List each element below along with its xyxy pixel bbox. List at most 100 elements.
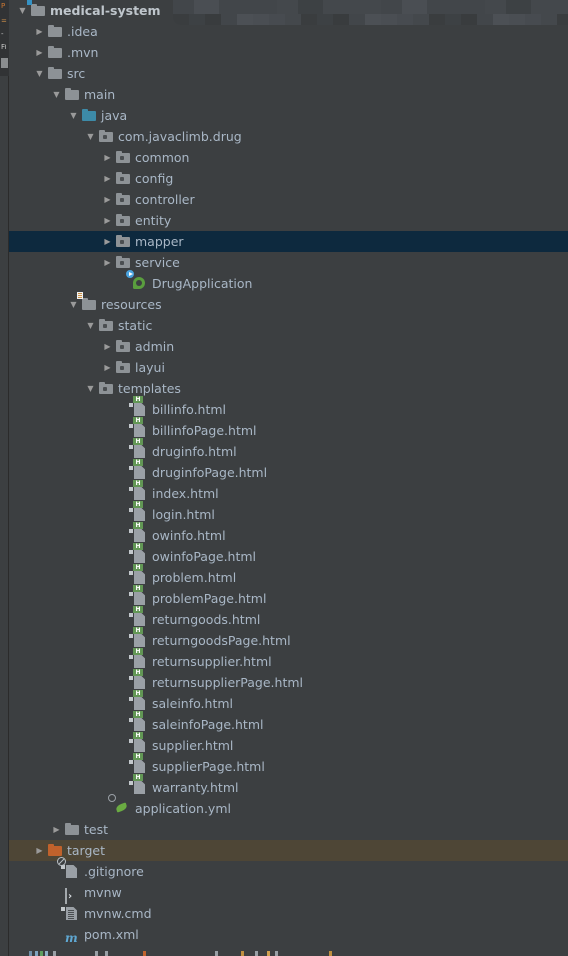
tree-row[interactable]: HsaleinfoPage.html	[9, 711, 568, 735]
spring-yml-file-icon	[108, 794, 131, 816]
tree-row[interactable]: Hwarranty.html	[9, 774, 568, 798]
blur-block	[413, 14, 429, 25]
script-file-icon	[65, 886, 80, 904]
chevron-down-icon[interactable]: ▼	[85, 126, 96, 147]
tree-row[interactable]: HreturnsupplierPage.html	[9, 669, 568, 693]
partial-row-pixel	[29, 951, 32, 956]
tree-row-label: owinfo.html	[152, 528, 226, 543]
tree-row[interactable]: Hbillinfo.html	[9, 396, 568, 420]
favorites-icon[interactable]: -	[1, 31, 8, 38]
html-file-icon: H	[129, 774, 148, 795]
tree-row[interactable]: ▼ com.javaclimb.drug	[9, 126, 568, 147]
tree-row[interactable]: HsupplierPage.html	[9, 753, 568, 777]
tree-row[interactable]: HproblemPage.html	[9, 585, 568, 609]
tree-row[interactable]: ▶ .mvn	[9, 42, 568, 63]
filter-icon[interactable]: Fi	[1, 44, 8, 51]
tree-row[interactable]: mvnw	[9, 882, 568, 904]
chevron-right-icon[interactable]: ▶	[102, 357, 113, 378]
tree-row[interactable]: ▶ common	[9, 147, 568, 168]
partial-row-pixel	[35, 951, 38, 956]
tree-row[interactable]: Hdruginfo.html	[9, 438, 568, 462]
tree-row[interactable]: ▶ target	[9, 840, 568, 861]
tree-row[interactable]: m pom.xml	[9, 924, 568, 945]
tree-row[interactable]: ▶ config	[9, 168, 568, 189]
package-folder-icon	[116, 361, 131, 375]
redacted-toolbar-area	[173, 0, 568, 25]
tree-row[interactable]: Hsupplier.html	[9, 732, 568, 756]
tree-row[interactable]: Howinfo.html	[9, 522, 568, 546]
panel-divider	[8, 76, 9, 956]
tree-row[interactable]: HowinfoPage.html	[9, 543, 568, 567]
chevron-down-icon[interactable]: ▼	[85, 378, 96, 399]
source-root-folder-icon	[82, 109, 97, 123]
tree-row[interactable]: ▼ resources	[9, 292, 568, 315]
tree-row[interactable]: ▶ test	[9, 819, 568, 840]
tree-row[interactable]: mvnw.cmd	[9, 903, 568, 924]
tree-row-label: common	[135, 150, 190, 165]
tree-row[interactable]: Hreturngoods.html	[9, 606, 568, 630]
partial-bottom-row	[9, 948, 568, 956]
tree-row[interactable]: Hlogin.html	[9, 501, 568, 525]
tree-row[interactable]: ▼ templates	[9, 378, 568, 399]
chevron-right-icon[interactable]: ▶	[102, 252, 113, 273]
tree-row[interactable]: ▼ static	[9, 315, 568, 336]
chevron-right-icon[interactable]: ▶	[102, 189, 113, 210]
tree-row[interactable]: HdruginfoPage.html	[9, 459, 568, 483]
tree-row[interactable]: HbillinfoPage.html	[9, 417, 568, 441]
tree-row[interactable]: Hsaleinfo.html	[9, 690, 568, 714]
tree-row[interactable]: ▶ admin	[9, 336, 568, 357]
tree-row[interactable]: ▶ controller	[9, 189, 568, 210]
chevron-down-icon[interactable]: ▼	[85, 315, 96, 336]
tree-row-label: index.html	[152, 486, 219, 501]
blur-block	[525, 14, 541, 25]
partial-row-pixel	[40, 951, 43, 956]
html-file-icon: H	[129, 669, 148, 690]
chevron-right-icon[interactable]: ▶	[102, 210, 113, 231]
tree-row[interactable]: .gitignore	[9, 857, 568, 882]
tree-row[interactable]: ▶ layui	[9, 357, 568, 378]
partial-row-pixel	[53, 951, 56, 956]
chevron-down-icon[interactable]: ▼	[68, 105, 79, 126]
tree-row-label: main	[84, 87, 116, 102]
folder-icon	[48, 25, 63, 39]
chevron-right-icon[interactable]: ▶	[34, 840, 45, 861]
html-file-icon: H	[129, 648, 148, 669]
package-folder-icon	[99, 382, 114, 396]
tree-row[interactable]: Hreturnsupplier.html	[9, 648, 568, 672]
tree-row-label: login.html	[152, 507, 215, 522]
tree-row[interactable]: ▼ src	[9, 63, 568, 84]
chevron-right-icon[interactable]: ▶	[34, 42, 45, 63]
partial-row-pixel	[329, 951, 332, 956]
package-folder-icon	[99, 130, 114, 144]
tree-row-label: layui	[135, 360, 165, 375]
tree-row[interactable]: ▼ main	[9, 84, 568, 105]
excluded-folder-icon	[48, 844, 63, 858]
tree-row[interactable]: ▼ java	[9, 105, 568, 126]
tree-row-label: supplier.html	[152, 738, 234, 753]
chevron-right-icon[interactable]: ▶	[102, 168, 113, 189]
package-folder-icon	[116, 151, 131, 165]
html-file-icon: H	[129, 606, 148, 627]
tree-row[interactable]: Hproblem.html	[9, 564, 568, 588]
chevron-down-icon[interactable]: ▼	[51, 84, 62, 105]
tree-row[interactable]: ▶ entity	[9, 210, 568, 231]
chevron-down-icon[interactable]: ▼	[34, 63, 45, 84]
tree-row[interactable]: application.yml	[9, 794, 568, 819]
tree-row[interactable]: ▶ service	[9, 252, 568, 273]
blur-block	[445, 14, 461, 25]
chevron-right-icon[interactable]: ▶	[102, 231, 113, 252]
project-icon[interactable]: P	[1, 3, 8, 10]
chevron-right-icon[interactable]: ▶	[102, 147, 113, 168]
tree-row[interactable]: DrugApplication	[9, 270, 568, 294]
chevron-right-icon[interactable]: ▶	[102, 336, 113, 357]
project-tree[interactable]: ▼ medical-system ▶ .idea ▶ .mvn ▼ src ▼ main ▼ java…	[9, 0, 568, 956]
folder-icon	[48, 46, 63, 60]
chevron-right-icon[interactable]: ▶	[34, 21, 45, 42]
html-file-icon: H	[129, 522, 148, 543]
structure-icon[interactable]: =	[1, 18, 8, 25]
tree-row-label: pom.xml	[84, 927, 139, 942]
tree-row[interactable]: ▶ mapper	[9, 231, 568, 252]
chevron-right-icon[interactable]: ▶	[51, 819, 62, 840]
tree-row[interactable]: HreturngoodsPage.html	[9, 627, 568, 651]
tree-row[interactable]: Hindex.html	[9, 480, 568, 504]
